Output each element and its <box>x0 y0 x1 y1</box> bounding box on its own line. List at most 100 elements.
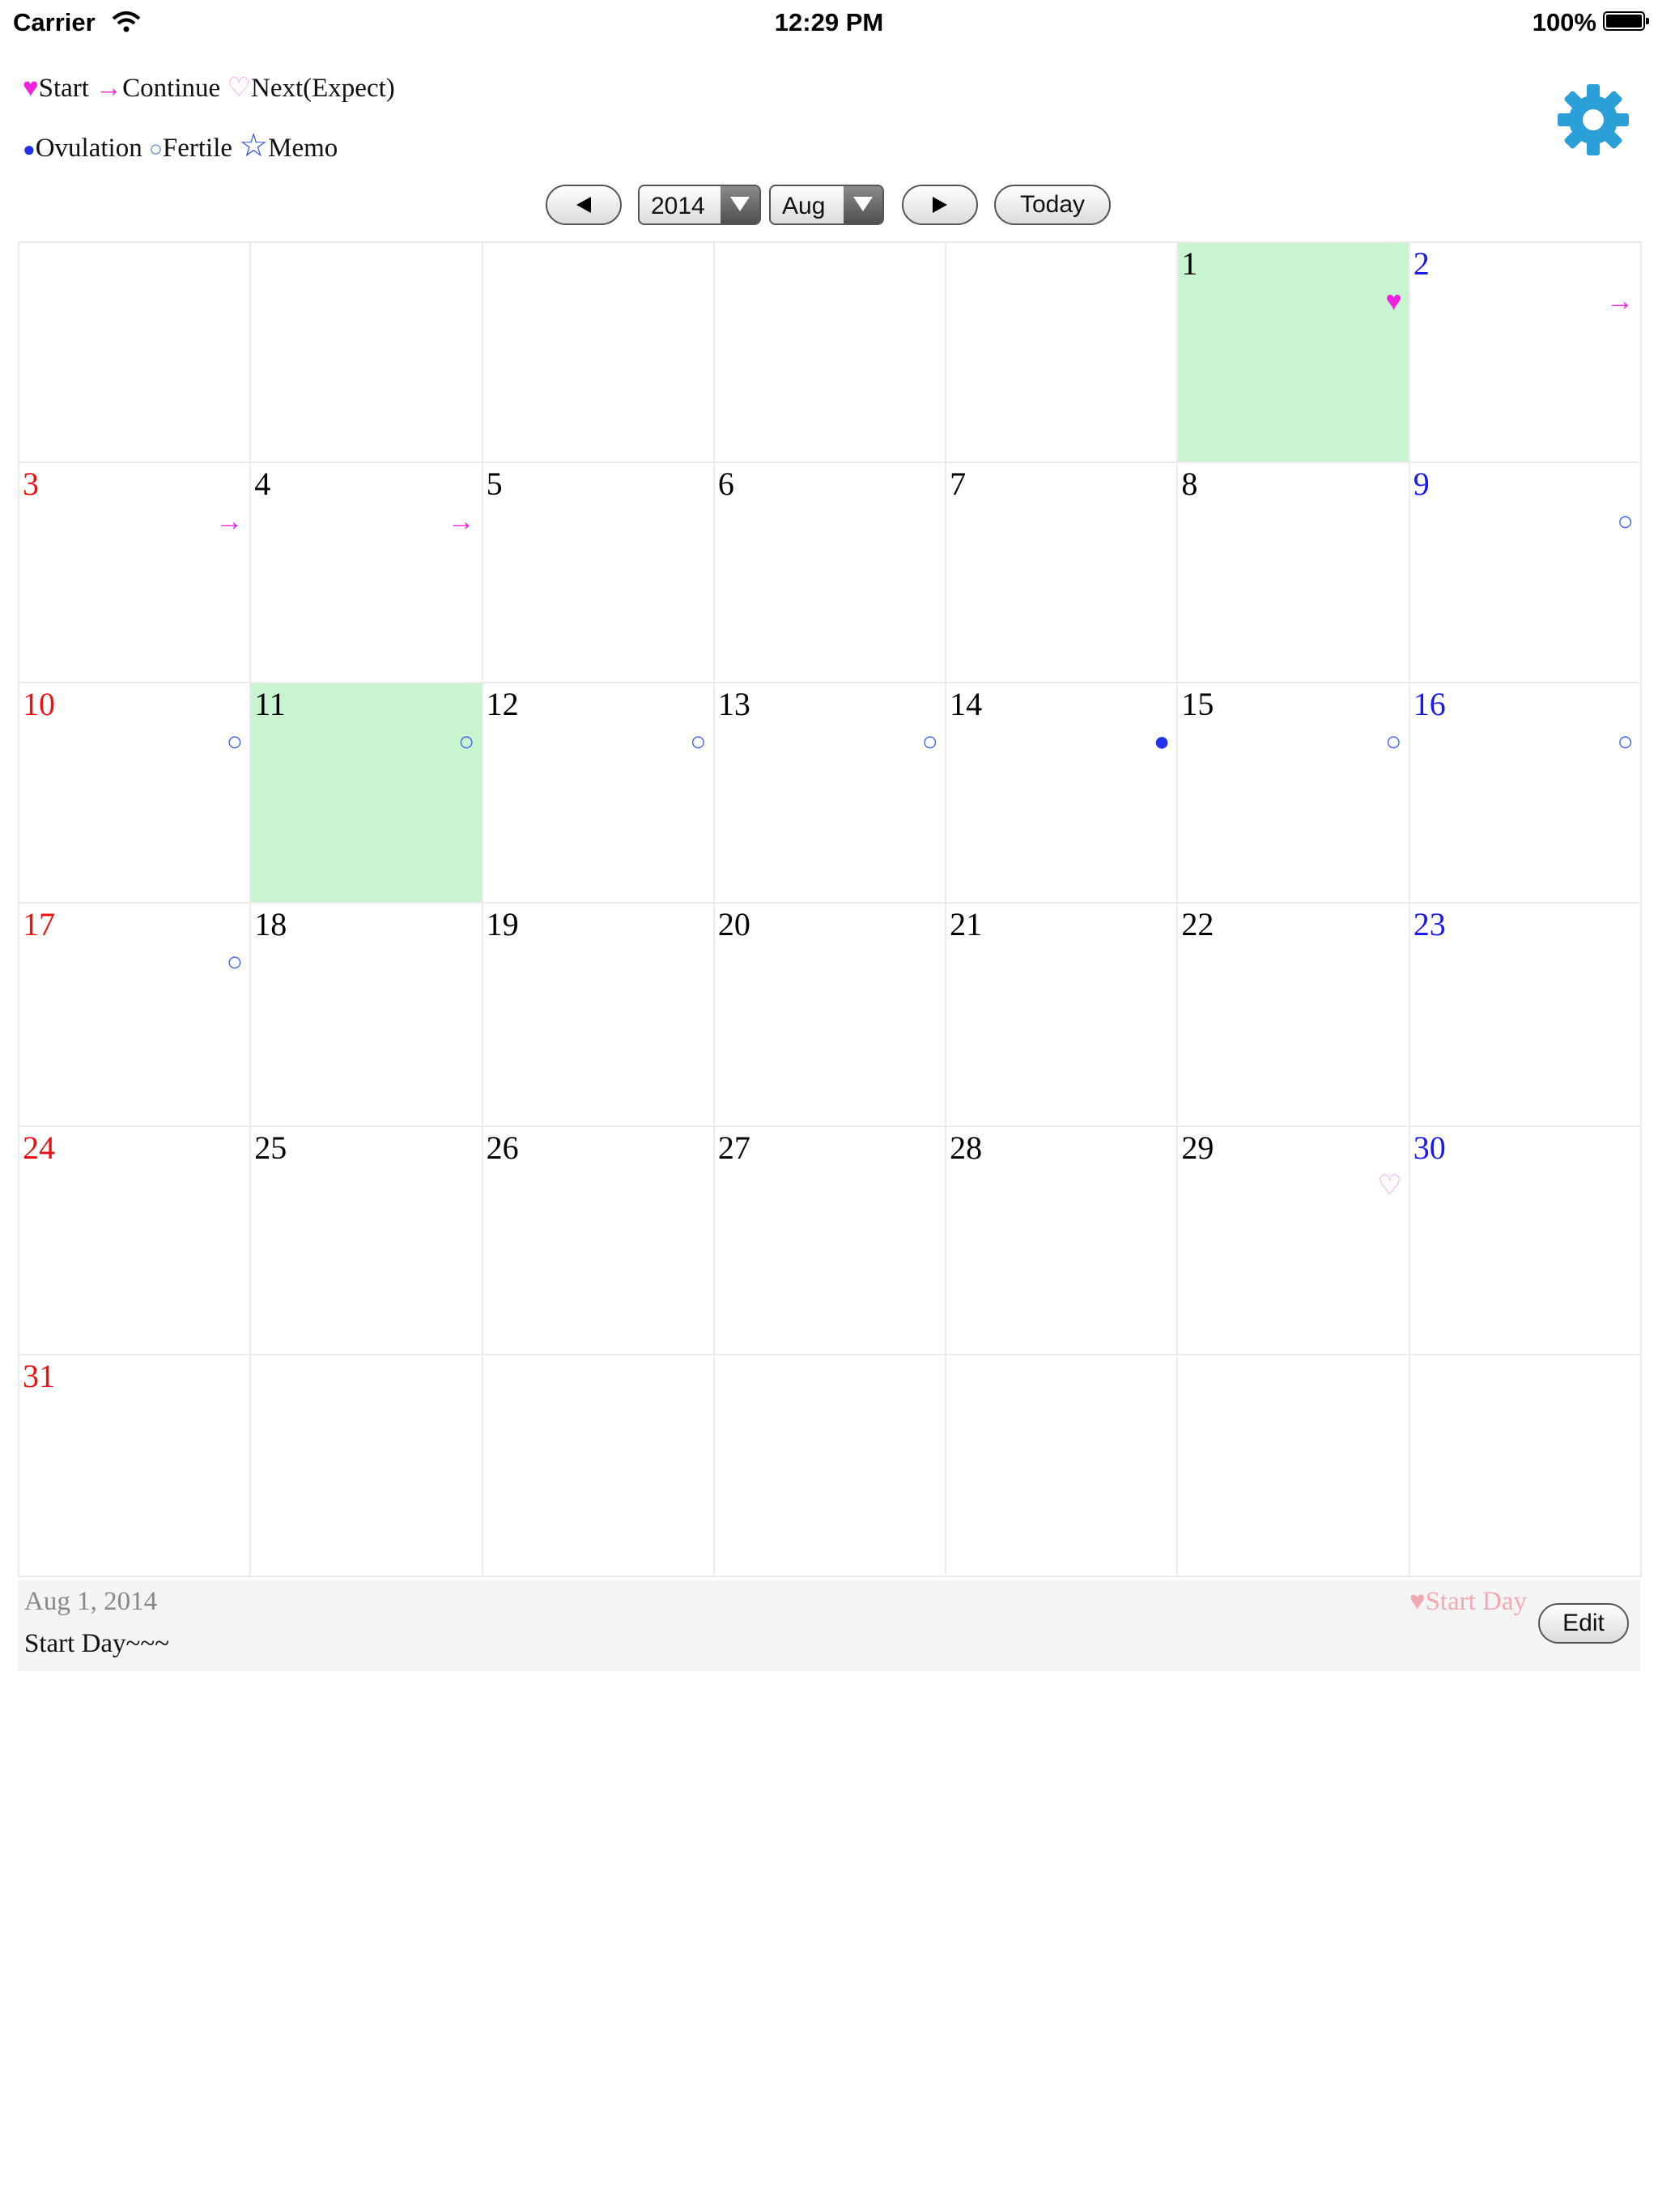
calendar-day[interactable]: 25 <box>249 1125 483 1355</box>
calendar-empty-cell <box>481 1354 715 1577</box>
day-number: 1 <box>1181 245 1198 282</box>
calendar-day[interactable]: 23 <box>1408 902 1642 1127</box>
calendar-empty-cell <box>1408 1354 1642 1577</box>
calendar-day[interactable]: 17 ○ <box>18 902 252 1127</box>
day-number: 14 <box>950 686 983 722</box>
day-number: 6 <box>717 466 734 502</box>
day-number: 26 <box>486 1129 519 1166</box>
calendar-empty-cell <box>18 241 252 463</box>
day-detail-panel: Aug 1, 2014 Start Day~~~ ♥Start Day Edit <box>18 1580 1640 1671</box>
calendar-day[interactable]: 15 ○ <box>1176 682 1410 904</box>
calendar-day[interactable]: 21 <box>945 902 1179 1127</box>
day-number: 15 <box>1181 686 1214 722</box>
day-number: 16 <box>1413 686 1446 722</box>
day-number: 20 <box>717 906 750 942</box>
legend-row-2: ●Ovulation ○Fertile ☆Memo <box>23 126 338 164</box>
calendar-day[interactable]: 9 ○ <box>1408 462 1642 683</box>
circle-icon: ○ <box>226 727 244 757</box>
circle-icon: ○ <box>1617 507 1634 537</box>
day-number: 11 <box>254 686 286 722</box>
calendar-grid: 1 ♥ 2 → 3 → 4 → 5 6 7 8 9 ○ 10 ○ 11 ○ 12 ○ 13 ○ 14 ● 15 ○ 16 ○ 17 ○ 18… <box>18 241 1642 1577</box>
edit-button[interactable]: Edit <box>1538 1603 1629 1644</box>
status-bar: Carrier 12:29 PM 100% <box>0 0 1658 49</box>
calendar-day[interactable]: 4 → <box>249 462 483 683</box>
day-number: 9 <box>1413 466 1430 502</box>
legend-memo: Memo <box>268 134 338 163</box>
arrow-right-icon: → <box>447 507 475 537</box>
detail-memo: Start Day~~~ <box>24 1629 170 1658</box>
day-number: 31 <box>23 1358 55 1394</box>
detail-date: Aug 1, 2014 <box>24 1587 158 1616</box>
calendar-empty-cell <box>712 1354 947 1577</box>
heart-outline-icon: ♡ <box>227 74 252 103</box>
calendar-day[interactable]: 19 <box>481 902 715 1127</box>
calendar-day[interactable]: 5 <box>481 462 715 683</box>
calendar-day[interactable]: 7 <box>945 462 1179 683</box>
triangle-right-icon <box>933 197 947 213</box>
circle-icon: ○ <box>148 137 163 162</box>
detail-start-day-tag: ♥Start Day <box>1409 1587 1527 1616</box>
day-number: 4 <box>254 466 271 502</box>
calendar-day[interactable]: 30 <box>1408 1125 1642 1355</box>
calendar-day[interactable]: 6 <box>712 462 947 683</box>
calendar-day[interactable]: 12 ○ <box>481 682 715 904</box>
calendar-day[interactable]: 31 <box>18 1354 252 1577</box>
calendar-day[interactable]: 1 ♥ <box>1176 241 1410 463</box>
chevron-down-icon <box>844 186 882 223</box>
day-number: 10 <box>23 686 55 722</box>
calendar-day[interactable]: 27 <box>712 1125 947 1355</box>
calendar-day[interactable]: 16 ○ <box>1408 682 1642 904</box>
calendar-day[interactable]: 8 <box>1176 462 1410 683</box>
calendar-day[interactable]: 10 ○ <box>18 682 252 904</box>
circle-icon: ○ <box>1385 727 1402 757</box>
calendar-day[interactable]: 3 → <box>18 462 252 683</box>
day-number: 5 <box>486 466 503 502</box>
calendar-empty-cell <box>1176 1354 1410 1577</box>
legend-fertile: Fertile <box>162 134 233 163</box>
calendar-day[interactable]: 11 ○ <box>249 682 483 904</box>
day-number: 13 <box>717 686 750 722</box>
circle-icon: ○ <box>1617 727 1634 757</box>
settings-gear-icon[interactable] <box>1554 81 1632 159</box>
day-number: 2 <box>1413 245 1430 282</box>
day-number: 7 <box>950 466 967 502</box>
calendar-day[interactable]: 26 <box>481 1125 715 1355</box>
calendar-day[interactable]: 2 → <box>1408 241 1642 463</box>
calendar-day[interactable]: 20 <box>712 902 947 1127</box>
calendar-day[interactable]: 29 ♡ <box>1176 1125 1410 1355</box>
day-number: 19 <box>486 906 519 942</box>
triangle-left-icon <box>576 197 591 213</box>
legend-continue: Continue <box>122 74 221 103</box>
calendar-day[interactable]: 24 <box>18 1125 252 1355</box>
calendar-day[interactable]: 13 ○ <box>712 682 947 904</box>
calendar-empty-cell <box>481 241 715 463</box>
day-number: 3 <box>23 466 39 502</box>
chevron-down-icon <box>721 186 759 223</box>
calendar-day[interactable]: 18 <box>249 902 483 1127</box>
calendar-empty-cell <box>945 1354 1179 1577</box>
calendar-day[interactable]: 22 <box>1176 902 1410 1127</box>
day-number: 8 <box>1181 466 1198 502</box>
day-number: 12 <box>486 686 519 722</box>
prev-month-button[interactable] <box>546 185 622 225</box>
heart-outline-icon: ♡ <box>1377 1171 1402 1201</box>
day-number: 24 <box>23 1129 55 1166</box>
day-number: 25 <box>254 1129 287 1166</box>
month-select[interactable]: Aug <box>769 185 884 225</box>
year-select[interactable]: 2014 <box>638 185 761 225</box>
heart-icon: ♥ <box>1385 287 1402 317</box>
calendar-empty-cell <box>249 241 483 463</box>
circle-icon: ○ <box>921 727 939 757</box>
year-value: 2014 <box>651 193 705 219</box>
day-number: 21 <box>950 906 983 942</box>
battery-percent: 100% <box>1532 8 1596 36</box>
next-month-button[interactable] <box>902 185 978 225</box>
battery-icon <box>1603 11 1649 31</box>
calendar-day[interactable]: 14 ● <box>945 682 1179 904</box>
calendar-day[interactable]: 28 <box>945 1125 1179 1355</box>
day-number: 22 <box>1181 906 1214 942</box>
day-number: 27 <box>717 1129 750 1166</box>
today-button[interactable]: Today <box>994 185 1111 225</box>
filled-dot-icon: ● <box>23 138 36 161</box>
circle-icon: ○ <box>458 727 475 757</box>
